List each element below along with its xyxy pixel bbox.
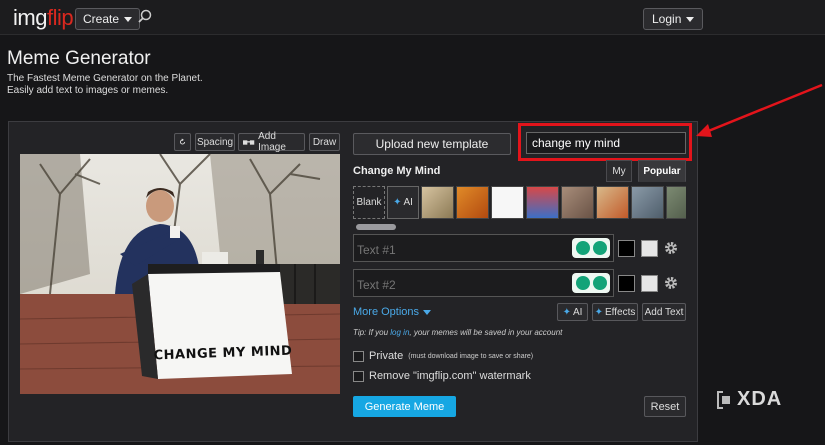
template-thumbnail[interactable] (491, 186, 524, 219)
template-thumbnail[interactable] (631, 186, 664, 219)
page-subtitle: The Fastest Meme Generator on the Planet… (7, 73, 203, 96)
add-image-button[interactable]: Add Image (238, 131, 305, 153)
login-tip: Tip: If you log in, your memes will be s… (353, 328, 562, 337)
effects-button[interactable]: ✦ Effects (592, 303, 638, 321)
text-1-color-swatch[interactable] (618, 240, 635, 257)
tab-my[interactable]: My (606, 160, 632, 182)
add-text-button[interactable]: Add Text (642, 303, 686, 321)
private-note: (must download image to save or share) (408, 352, 534, 360)
grammarly-widget[interactable] (572, 238, 610, 258)
gear-icon[interactable] (664, 241, 678, 255)
create-label: Create (83, 12, 120, 26)
spacing-button[interactable]: Spacing (195, 133, 235, 151)
template-thumbnail[interactable] (561, 186, 594, 219)
generate-meme-label: Generate Meme (364, 400, 445, 413)
generate-meme-button[interactable]: Generate Meme (353, 396, 456, 417)
ai-button[interactable]: ✦ AI (557, 303, 588, 321)
template-thumbnail[interactable] (526, 186, 559, 219)
chevron-down-icon (686, 16, 695, 22)
thumbnails-scrollbar[interactable] (356, 224, 396, 230)
text-2-outline-swatch[interactable] (641, 275, 658, 292)
gear-icon[interactable] (664, 276, 678, 290)
private-label: Private (369, 350, 404, 362)
text-2-color-swatch[interactable] (618, 275, 635, 292)
draw-label: Draw (312, 136, 337, 148)
tip-prefix: Tip: If you (353, 328, 391, 337)
logo-part-img: img (13, 5, 47, 30)
rotate-button[interactable] (174, 133, 191, 151)
private-option[interactable]: Private (must download image to save or … (353, 350, 533, 362)
logo-part-flip: flip (46, 5, 74, 30)
chevron-down-icon (423, 309, 432, 315)
effects-label: Effects (605, 306, 636, 318)
glasses-icon (243, 139, 255, 145)
text-1-outline-swatch[interactable] (641, 240, 658, 257)
page-title: Meme Generator (7, 48, 151, 69)
chevron-down-icon (124, 16, 133, 22)
template-thumbnail[interactable] (421, 186, 454, 219)
imgflip-logo[interactable]: imgflip (13, 5, 74, 31)
rotate-icon (179, 138, 186, 145)
xda-bracket-icon (717, 390, 730, 409)
grammarly-widget[interactable] (572, 273, 610, 293)
tip-suffix: , your memes will be saved in your accou… (409, 328, 563, 337)
add-text-label: Add Text (644, 306, 684, 318)
login-button[interactable]: Login (643, 8, 704, 30)
login-label: Login (652, 12, 682, 26)
search-icon[interactable] (138, 9, 152, 23)
annotation-arrow-icon (696, 83, 823, 137)
reset-button[interactable]: Reset (644, 396, 686, 417)
ai-button-label: AI (572, 306, 583, 318)
grammarly-bulb-icon (575, 241, 590, 255)
blank-template-button[interactable]: Blank (353, 186, 385, 219)
remove-watermark-checkbox[interactable] (353, 370, 364, 382)
private-checkbox[interactable] (353, 350, 364, 362)
sparkle-icon: ✦ (562, 306, 571, 318)
upload-template-label: Upload new template (375, 137, 489, 151)
remove-watermark-option[interactable]: Remove "imgflip.com" watermark (353, 370, 531, 382)
add-image-label: Add Image (258, 131, 286, 153)
blank-label: Blank (356, 197, 382, 208)
template-thumbnail[interactable] (456, 186, 489, 219)
remove-watermark-label: Remove "imgflip.com" watermark (369, 370, 531, 382)
sparkle-icon: ✦ (594, 306, 603, 318)
ai-label: AI (403, 197, 413, 208)
more-options-label: More Options (353, 306, 420, 318)
template-search-input[interactable] (526, 132, 686, 154)
grammarly-bulb-icon (575, 276, 590, 290)
template-title: Change My Mind (353, 165, 441, 177)
template-thumbnails: Blank ✦ AI (353, 186, 686, 220)
reset-label: Reset (650, 400, 680, 413)
more-options-link[interactable]: More Options (353, 306, 432, 318)
xda-watermark: XDA (717, 388, 782, 411)
upload-template-button[interactable]: Upload new template (353, 133, 511, 155)
xda-watermark-text: XDA (737, 388, 783, 410)
sparkle-icon: ✦ (393, 197, 402, 208)
tab-popular[interactable]: Popular (638, 160, 686, 182)
template-thumbnail[interactable] (596, 186, 629, 219)
template-thumbnail[interactable] (666, 186, 686, 219)
draw-button[interactable]: Draw (309, 133, 340, 151)
login-link[interactable]: log in (390, 328, 409, 337)
spacing-label: Spacing (196, 136, 234, 148)
grammarly-icon (592, 241, 607, 255)
tab-my-label: My (612, 165, 626, 177)
ai-template-button[interactable]: ✦ AI (387, 186, 419, 219)
create-button[interactable]: Create (75, 8, 141, 30)
tab-popular-label: Popular (643, 165, 681, 177)
grammarly-icon (592, 276, 607, 290)
